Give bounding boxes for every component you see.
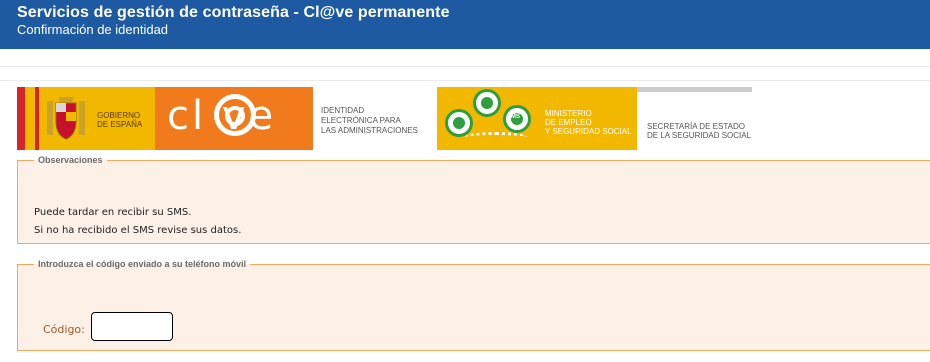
page-header: Servicios de gestión de contraseña - Cl@… <box>0 0 930 49</box>
page-subtitle: Confirmación de identidad <box>17 22 169 37</box>
observation-line: Puede tardar en recibir su SMS. <box>34 207 192 218</box>
identidad-electronica-text: IDENTIDAD ELECTRÓNICA PARA LAS ADMINISTR… <box>321 106 418 135</box>
gobierno-text: GOBIERNO DE ESPAÑA <box>97 111 143 129</box>
secretaria-text: SECRETARÍA DE ESTADO DE LA SEGURIDAD SOC… <box>647 122 752 140</box>
sms-logo: SMS <box>437 87 537 150</box>
divider <box>0 66 930 67</box>
at-sign-icon <box>214 94 256 136</box>
sms-label: SMS <box>507 114 521 120</box>
phone-circle-icon <box>445 109 473 137</box>
observaciones-box: Observaciones Puede tardar en recibir su… <box>17 155 930 244</box>
ministerio-logo: MINISTERIO DE EMPLEO Y SEGURIDAD SOCIAL <box>537 87 637 150</box>
logo-banner: GOBIERNO DE ESPAÑA cl ve IDENTIDAD ELECT… <box>17 87 752 150</box>
codigo-box: Introduzca el código enviado a su teléfo… <box>17 259 930 351</box>
spain-flag-icon <box>17 87 39 150</box>
ministerio-text: MINISTERIO DE EMPLEO Y SEGURIDAD SOCIAL <box>545 109 632 136</box>
observaciones-legend: Observaciones <box>38 155 103 165</box>
divider <box>0 80 930 81</box>
clave-logo: cl ve <box>155 87 313 150</box>
codigo-input[interactable] <box>91 312 173 341</box>
coat-of-arms-icon <box>47 97 85 140</box>
phone-circle-icon <box>473 89 501 117</box>
secretaria-logo: SECRETARÍA DE ESTADO DE LA SEGURIDAD SOC… <box>637 87 752 150</box>
codigo-label: Código: <box>43 323 85 336</box>
observation-line: Si no ha recibido el SMS revise sus dato… <box>34 225 242 236</box>
page-title: Servicios de gestión de contraseña - Cl@… <box>17 4 450 21</box>
signal-dots-icon <box>465 132 527 142</box>
codigo-legend: Introduzca el código enviado a su teléfo… <box>38 259 247 269</box>
gobierno-espana-logo: GOBIERNO DE ESPAÑA <box>17 87 155 150</box>
